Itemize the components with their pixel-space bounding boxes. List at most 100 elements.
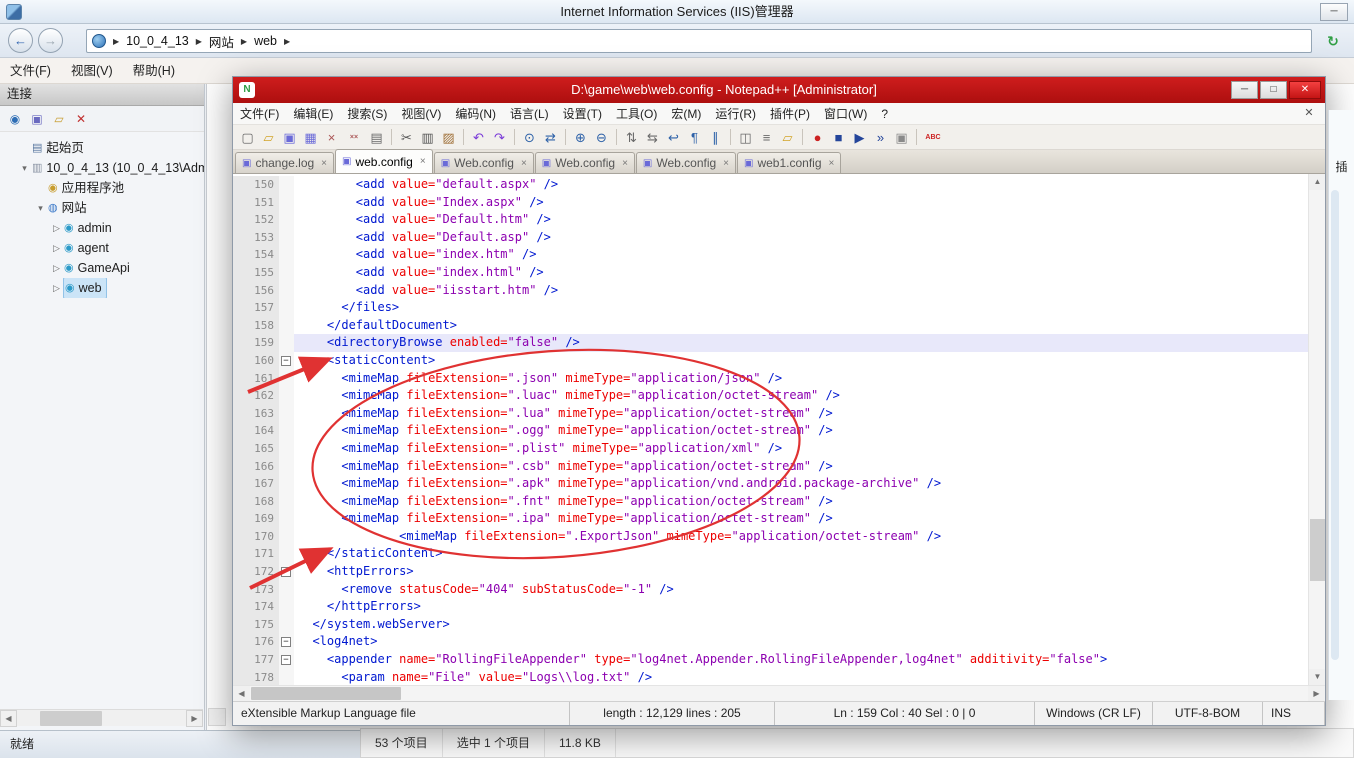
code-line-156[interactable]: 156 <add value="iisstart.htm" /> xyxy=(233,282,1308,300)
scroll-left-icon[interactable]: ◀ xyxy=(0,710,17,727)
fold-collapse-icon[interactable]: − xyxy=(281,356,291,366)
status-encoding[interactable]: UTF-8-BOM xyxy=(1153,702,1263,725)
undo-icon[interactable]: ↶ xyxy=(469,128,488,147)
save-connections-icon[interactable]: ▣ xyxy=(28,110,46,128)
tab-Web.config[interactable]: ▣Web.config× xyxy=(434,152,534,173)
code-line-164[interactable]: 164 <mimeMap fileExtension=".ogg" mimeTy… xyxy=(233,422,1308,440)
npp-maximize-button[interactable]: □ xyxy=(1260,81,1287,99)
code-line-174[interactable]: 174 </httpErrors> xyxy=(233,598,1308,616)
code-line-161[interactable]: 161 <mimeMap fileExtension=".json" mimeT… xyxy=(233,370,1308,388)
code-line-170[interactable]: 170 <mimeMap fileExtension=".ExportJson"… xyxy=(233,528,1308,546)
code-line-162[interactable]: 162 <mimeMap fileExtension=".luac" mimeT… xyxy=(233,387,1308,405)
find-icon[interactable]: ⊙ xyxy=(520,128,539,147)
code-line-159[interactable]: 159 <directoryBrowse enabled="false" /> xyxy=(233,334,1308,352)
fold-collapse-icon[interactable]: − xyxy=(281,637,291,647)
save-icon[interactable]: ▣ xyxy=(280,128,299,147)
scroll-thumb[interactable] xyxy=(40,711,102,726)
iis-menu-item-1[interactable]: 视图(V) xyxy=(61,58,123,84)
npp-menu-item-1[interactable]: 编辑(E) xyxy=(286,103,340,125)
scroll-right-icon[interactable]: ▶ xyxy=(1308,686,1325,701)
tree-expander-icon[interactable]: ▷ xyxy=(50,218,63,238)
npp-menu-item-2[interactable]: 搜索(S) xyxy=(340,103,394,125)
back-button[interactable]: ← xyxy=(8,28,33,53)
npp-menu-item-6[interactable]: 设置(T) xyxy=(556,103,609,125)
tab-close-icon[interactable]: × xyxy=(321,158,327,169)
editor-hscrollbar[interactable]: ◀ ▶ xyxy=(233,685,1325,701)
code-line-171[interactable]: 171 </staticContent> xyxy=(233,545,1308,563)
scroll-right-icon[interactable]: ▶ xyxy=(186,710,203,727)
indent-guide-icon[interactable]: ∥ xyxy=(706,128,725,147)
save-macro-icon[interactable]: ▣ xyxy=(892,128,911,147)
vscroll-thumb[interactable] xyxy=(1310,519,1325,581)
new-connection-icon[interactable]: ▱ xyxy=(50,110,68,128)
menubar-close-icon[interactable]: ✕ xyxy=(1301,106,1317,122)
npp-menu-item-9[interactable]: 运行(R) xyxy=(708,103,763,125)
stop-macro-icon[interactable]: ■ xyxy=(829,128,848,147)
code-line-151[interactable]: 151 <add value="Index.aspx" /> xyxy=(233,194,1308,212)
status-insert-mode[interactable]: INS xyxy=(1263,702,1325,725)
scroll-left-icon[interactable]: ◀ xyxy=(233,686,250,701)
scroll-up-icon[interactable]: ▲ xyxy=(1309,174,1325,190)
fold-collapse-icon[interactable]: − xyxy=(281,655,291,665)
cut-icon[interactable]: ✂ xyxy=(397,128,416,147)
close-all-icon[interactable]: ×× xyxy=(343,128,365,147)
forward-button[interactable]: → xyxy=(38,28,63,53)
editor-vscrollbar[interactable]: ▲ ▼ xyxy=(1308,174,1325,685)
close-file-icon[interactable]: × xyxy=(322,128,341,147)
hscroll-thumb[interactable] xyxy=(251,687,401,700)
record-macro-icon[interactable]: ● xyxy=(808,128,827,147)
word-wrap-icon[interactable]: ↩ xyxy=(664,128,683,147)
breadcrumb-item[interactable]: web xyxy=(254,34,277,48)
npp-title-bar[interactable]: N D:\game\web\web.config - Notepad++ [Ad… xyxy=(233,77,1325,103)
new-file-icon[interactable]: ▢ xyxy=(238,128,257,147)
copy-icon[interactable]: ▥ xyxy=(418,128,437,147)
tree-item-起始页[interactable]: ▤起始页 xyxy=(0,138,204,158)
zoom-in-icon[interactable]: ⊕ xyxy=(571,128,590,147)
tree-item-网站[interactable]: ▾◍网站 xyxy=(0,198,204,218)
code-line-168[interactable]: 168 <mimeMap fileExtension=".fnt" mimeTy… xyxy=(233,493,1308,511)
code-line-160[interactable]: 160− <staticContent> xyxy=(233,352,1308,370)
npp-close-button[interactable]: ✕ xyxy=(1289,81,1321,99)
code-line-155[interactable]: 155 <add value="index.html" /> xyxy=(233,264,1308,282)
breadcrumb-item[interactable]: 网站 xyxy=(209,32,234,51)
code-line-175[interactable]: 175 </system.webServer> xyxy=(233,616,1308,634)
refresh-icon[interactable]: ↻ xyxy=(1324,32,1342,50)
code-line-177[interactable]: 177− <appender name="RollingFileAppender… xyxy=(233,651,1308,669)
address-bar[interactable]: ▶10_0_4_13▶网站▶web▶ xyxy=(86,29,1312,53)
code-line-163[interactable]: 163 <mimeMap fileExtension=".lua" mimeTy… xyxy=(233,405,1308,423)
tab-Web.config[interactable]: ▣Web.config× xyxy=(535,152,635,173)
tree-expander-icon[interactable]: ▾ xyxy=(34,198,47,218)
npp-menu-item-3[interactable]: 视图(V) xyxy=(394,103,448,125)
code-line-178[interactable]: 178 <param name="File" value="Logs\\log.… xyxy=(233,669,1308,685)
npp-menu-item-10[interactable]: 插件(P) xyxy=(763,103,817,125)
save-all-icon[interactable]: ▦ xyxy=(301,128,320,147)
document-map-icon[interactable]: ◫ xyxy=(736,128,755,147)
tab-Web.config[interactable]: ▣Web.config× xyxy=(636,152,736,173)
print-icon[interactable]: ▤ xyxy=(367,128,386,147)
code-line-153[interactable]: 153 <add value="Default.asp" /> xyxy=(233,229,1308,247)
tab-web.config[interactable]: ▣web.config× xyxy=(335,149,433,173)
show-all-characters-icon[interactable]: ¶ xyxy=(685,128,704,147)
code-editor[interactable]: 150 <add value="default.aspx" />151 <add… xyxy=(233,174,1325,685)
code-line-152[interactable]: 152 <add value="Default.htm" /> xyxy=(233,211,1308,229)
code-line-165[interactable]: 165 <mimeMap fileExtension=".plist" mime… xyxy=(233,440,1308,458)
code-line-169[interactable]: 169 <mimeMap fileExtension=".ipa" mimeTy… xyxy=(233,510,1308,528)
replace-icon[interactable]: ⇄ xyxy=(541,128,560,147)
connect-server-icon[interactable]: ◉ xyxy=(6,110,24,128)
tree-item-web[interactable]: ▷◉web xyxy=(0,278,204,298)
npp-menu-item-11[interactable]: 窗口(W) xyxy=(817,103,874,125)
tab-change.log[interactable]: ▣change.log× xyxy=(235,152,334,173)
tree-expander-icon[interactable]: ▾ xyxy=(18,158,31,178)
tree-item-GameApi[interactable]: ▷◉GameApi xyxy=(0,258,204,278)
run-macro-multiple-icon[interactable]: » xyxy=(871,128,890,147)
tree-item-应用程序池[interactable]: ◉应用程序池 xyxy=(0,178,204,198)
npp-minimize-button[interactable]: ─ xyxy=(1231,81,1258,99)
npp-menu-item-12[interactable]: ? xyxy=(874,103,895,125)
tab-close-icon[interactable]: × xyxy=(420,156,426,167)
npp-menu-item-5[interactable]: 语言(L) xyxy=(503,103,556,125)
tree-item-agent[interactable]: ▷◉agent xyxy=(0,238,204,258)
code-line-167[interactable]: 167 <mimeMap fileExtension=".apk" mimeTy… xyxy=(233,475,1308,493)
tab-close-icon[interactable]: × xyxy=(521,158,527,169)
play-macro-icon[interactable]: ▶ xyxy=(850,128,869,147)
scroll-down-icon[interactable]: ▼ xyxy=(1309,669,1325,685)
